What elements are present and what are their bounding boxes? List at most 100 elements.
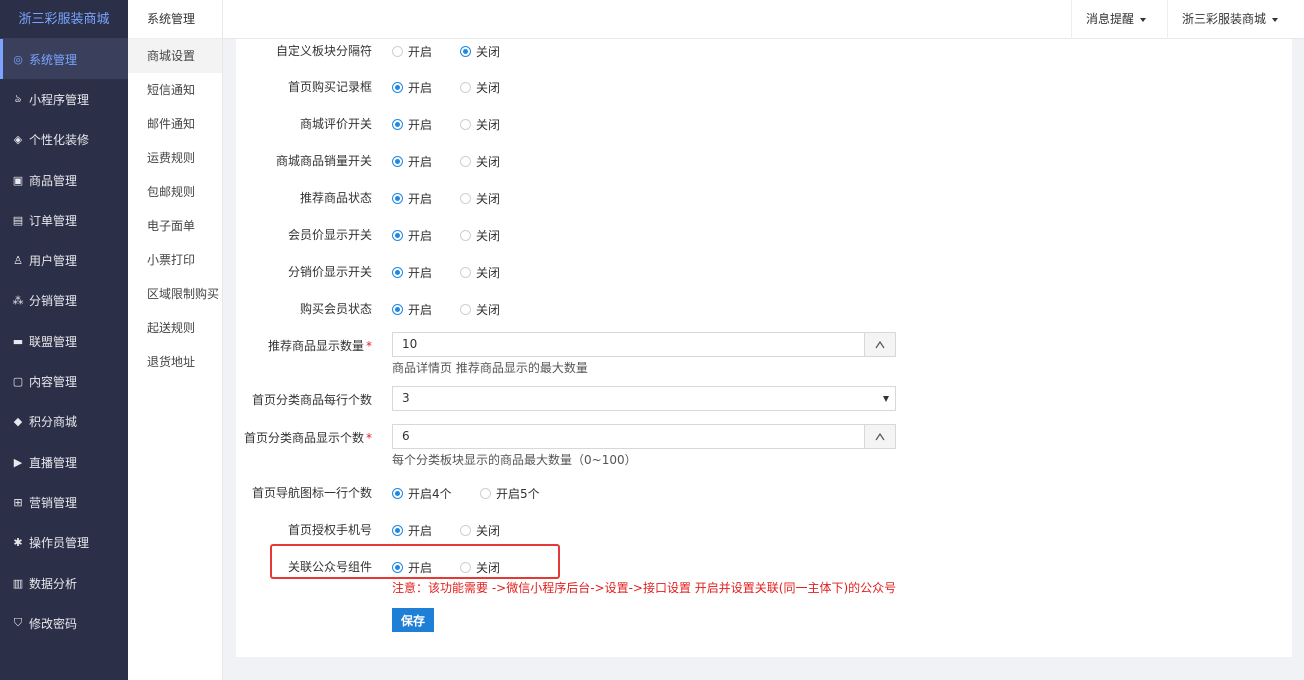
warning-text: 注意：该功能需要 ->微信小程序后台->设置->接口设置 开启并设置关联(同一主… bbox=[392, 581, 897, 595]
radio-on[interactable]: 开启 bbox=[392, 301, 432, 318]
radio-label: 开启 bbox=[408, 229, 433, 243]
radio-off[interactable]: 关闭 bbox=[460, 153, 500, 170]
row-label: 首页分类商品显示个数 * bbox=[244, 429, 372, 446]
sidebar-item[interactable]: ⁂ 分销管理 bbox=[0, 281, 128, 321]
row-label: 首页购买记录框 bbox=[287, 80, 372, 94]
increment-button[interactable] bbox=[864, 333, 895, 356]
chevron-down-icon bbox=[1272, 17, 1279, 22]
messages-label: 消息提醒 bbox=[1086, 12, 1135, 26]
content-icon: ▢ bbox=[12, 375, 24, 389]
sub-sidebar: 系统管理 商城设置 短信通知 邮件通知 运费规则 包邮规则 电子面单 小票打印 区域限制购买起… bbox=[128, 0, 223, 680]
sidebar-item-label: 商品管理 bbox=[29, 173, 78, 188]
radio-on[interactable]: 开启 bbox=[392, 559, 432, 576]
subnav-item[interactable]: 区域限制购买 bbox=[128, 277, 222, 311]
sitemap-icon: ⁂ bbox=[12, 294, 24, 308]
subnav-item[interactable]: 退货地址 bbox=[128, 345, 222, 379]
sidebar-item[interactable]: ♙ 用户管理 bbox=[0, 240, 128, 280]
sidebar-item[interactable]: ◈ 个性化装修 bbox=[0, 120, 128, 160]
subnav-item[interactable]: 商城设置 bbox=[128, 39, 222, 73]
sidebar-item-label: 用户管理 bbox=[29, 254, 78, 269]
radio-5[interactable]: 开启5个 bbox=[480, 485, 540, 502]
subnav-item[interactable]: 电子面单 bbox=[128, 209, 222, 243]
messages-menu[interactable]: 消息提醒 bbox=[1071, 0, 1160, 39]
sidebar-item-label: 积分商城 bbox=[29, 415, 78, 430]
radio-off[interactable]: 关闭 bbox=[460, 559, 500, 576]
radio-on[interactable]: 开启 bbox=[392, 190, 432, 207]
radio-dot bbox=[460, 82, 471, 93]
radio-on[interactable]: 开启 bbox=[392, 79, 432, 96]
radio-label: 关闭 bbox=[476, 303, 501, 317]
sidebar-item-label: 营销管理 bbox=[29, 495, 78, 510]
radio-off[interactable]: 关闭 bbox=[460, 190, 500, 207]
radio-label: 关闭 bbox=[476, 229, 501, 243]
radio-off[interactable]: 关闭 bbox=[460, 79, 500, 96]
radio-dot bbox=[392, 119, 403, 130]
radio-dot bbox=[392, 488, 403, 499]
order-icon: ▤ bbox=[12, 213, 24, 227]
recommend-count-input[interactable]: 10 bbox=[392, 332, 896, 357]
subnav-item[interactable]: 小票打印 bbox=[128, 243, 222, 277]
sidebar-item[interactable]: ▤ 订单管理 bbox=[0, 200, 128, 240]
hint-text: 每个分类板块显示的商品最大数量（0~100） bbox=[392, 453, 637, 467]
per-row-select[interactable]: 3 bbox=[392, 386, 896, 411]
sidebar-item-label: 系统管理 bbox=[29, 52, 78, 67]
sidebar-item[interactable]: ✱ 操作员管理 bbox=[0, 523, 128, 563]
subnav-item[interactable]: 邮件通知 bbox=[128, 107, 222, 141]
radio-4[interactable]: 开启4个 bbox=[392, 485, 452, 502]
chevron-up-icon bbox=[875, 340, 885, 348]
sidebar-item[interactable]: ▬ 联盟管理 bbox=[0, 321, 128, 361]
sidebar-item-label: 直播管理 bbox=[29, 455, 78, 470]
radio-dot bbox=[460, 46, 471, 57]
sidebar-item[interactable]: ◆ 积分商城 bbox=[0, 402, 128, 442]
save-button[interactable]: 保存 bbox=[392, 608, 434, 632]
sidebar-item[interactable]: ঌ 小程序管理 bbox=[0, 79, 128, 119]
radio-label: 开启 bbox=[408, 266, 433, 280]
subnav-item[interactable]: 运费规则 bbox=[128, 141, 222, 175]
radio-on[interactable]: 开启 bbox=[392, 264, 432, 281]
radio-off[interactable]: 关闭 bbox=[460, 43, 500, 60]
chevron-up-icon bbox=[875, 432, 885, 440]
radio-dot bbox=[392, 304, 403, 315]
sidebar-item[interactable]: ▶ 直播管理 bbox=[0, 442, 128, 482]
subnav-item[interactable]: 包邮规则 bbox=[128, 175, 222, 209]
subnav-title: 系统管理 bbox=[128, 0, 222, 39]
sidebar-item[interactable]: ◎ 系统管理 bbox=[0, 39, 128, 80]
increment-button[interactable] bbox=[864, 425, 895, 448]
radio-off[interactable]: 关闭 bbox=[460, 227, 500, 244]
radio-on[interactable]: 开启 bbox=[392, 116, 432, 133]
radio-dot bbox=[460, 267, 471, 278]
radio-on[interactable]: 开启 bbox=[392, 153, 432, 170]
shop-label: 浙三彩服装商城 bbox=[1182, 12, 1267, 26]
radio-on[interactable]: 开启 bbox=[392, 227, 432, 244]
shop-menu[interactable]: 浙三彩服装商城 bbox=[1167, 0, 1292, 39]
bar-chart-icon: ▥ bbox=[12, 576, 24, 590]
radio-label: 关闭 bbox=[476, 45, 501, 59]
brand-title[interactable]: 浙三彩服装商城 bbox=[0, 0, 128, 39]
radio-dot bbox=[392, 562, 403, 573]
radio-dot bbox=[480, 488, 491, 499]
radio-off[interactable]: 关闭 bbox=[460, 522, 500, 539]
sidebar-item[interactable]: ▥ 数据分析 bbox=[0, 563, 128, 603]
radio-on[interactable]: 开启 bbox=[392, 43, 432, 60]
subnav-item[interactable]: 起送规则 bbox=[128, 311, 222, 345]
sidebar-item[interactable]: ⊞ 营销管理 bbox=[0, 482, 128, 522]
sidebar-item[interactable]: ▢ 内容管理 bbox=[0, 361, 128, 401]
radio-on[interactable]: 开启 bbox=[392, 522, 432, 539]
sidebar-item-label: 小程序管理 bbox=[29, 92, 90, 107]
required-mark: * bbox=[366, 431, 372, 445]
sidebar-item[interactable]: ▣ 商品管理 bbox=[0, 160, 128, 200]
radio-dot bbox=[460, 119, 471, 130]
radio-off[interactable]: 关闭 bbox=[460, 116, 500, 133]
radio-label: 开启 bbox=[408, 81, 433, 95]
sidebar-item-label: 个性化装修 bbox=[29, 133, 90, 148]
main-nav: ◎ 系统管理 ঌ 小程序管理 ◈ 个性化装修 ▣ 商品管理 ▤ 订单管理 ♙ 用户管理 ⁂ 分销管理 ▬ 联盟… bbox=[0, 39, 128, 643]
subnav-item[interactable]: 短信通知 bbox=[128, 73, 222, 107]
radio-off[interactable]: 关闭 bbox=[460, 301, 500, 318]
radio-label: 开启 bbox=[408, 524, 433, 538]
caret-down-icon bbox=[883, 396, 889, 402]
subnav-list: 商城设置 短信通知 邮件通知 运费规则 包邮规则 电子面单 小票打印 区域限制购买 起送规则 退货… bbox=[128, 39, 222, 379]
radio-off[interactable]: 关闭 bbox=[460, 264, 500, 281]
sidebar-item[interactable]: ⛉ 修改密码 bbox=[0, 603, 128, 643]
radio-dot bbox=[392, 267, 403, 278]
category-count-input[interactable]: 6 bbox=[392, 424, 896, 449]
